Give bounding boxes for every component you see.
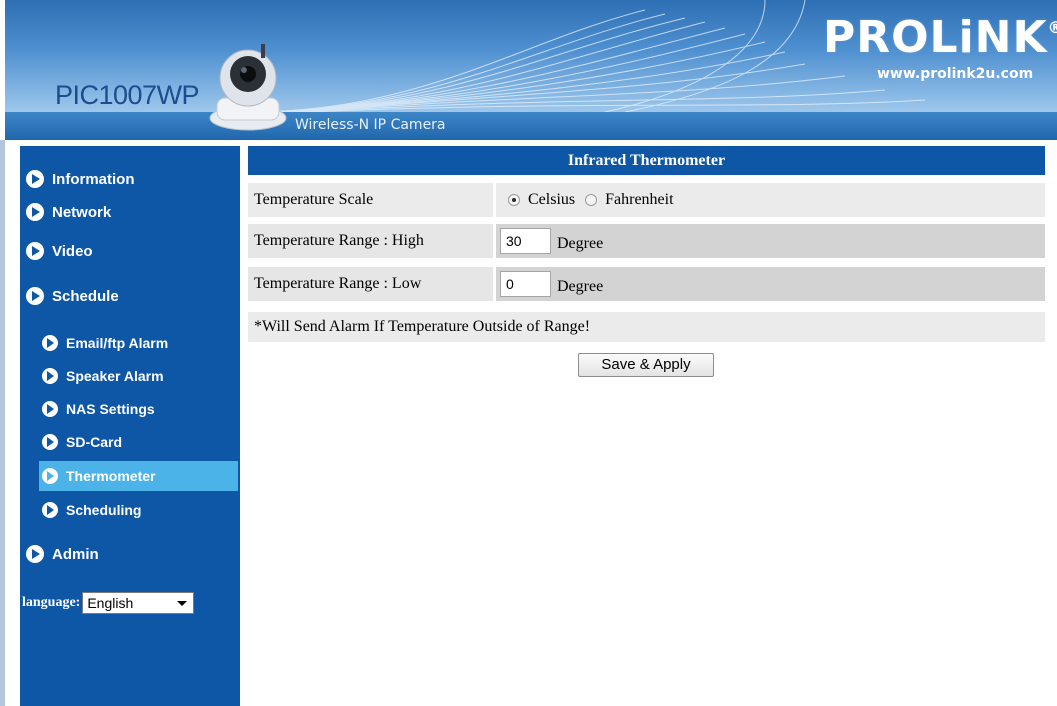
arrow-bullet-icon <box>42 368 58 384</box>
temperature-scale-row: Temperature Scale Celsius Fahrenheit <box>248 183 1045 217</box>
save-apply-button[interactable]: Save & Apply <box>578 353 714 377</box>
thermometer-panel: Infrared Thermometer Temperature Scale C… <box>248 146 1045 377</box>
sidebar-item-video[interactable]: Video <box>20 242 93 260</box>
range-low-value-cell: 0 Degree <box>496 267 1045 301</box>
celsius-label[interactable]: Celsius <box>528 191 575 209</box>
sidebar-item-email-ftp-alarm[interactable]: Email/ftp Alarm <box>20 335 168 351</box>
range-low-input[interactable]: 0 <box>500 271 551 297</box>
range-high-input[interactable]: 30 <box>500 228 551 254</box>
sidebar-item-label: Thermometer <box>66 468 156 484</box>
sidebar-item-label: Schedule <box>52 287 119 305</box>
sidebar-item-scheduling[interactable]: Scheduling <box>20 502 141 518</box>
range-high-row: Temperature Range : High 30 Degree <box>248 224 1045 258</box>
sidebar-item-label: NAS Settings <box>66 401 155 417</box>
arrow-bullet-icon <box>42 401 58 417</box>
sidebar-item-label: Scheduling <box>66 502 142 518</box>
arrow-bullet-icon <box>42 335 58 351</box>
alarm-note: *Will Send Alarm If Temperature Outside … <box>248 312 1045 342</box>
header-stripe <box>5 112 1057 140</box>
brand-url: www.prolink2u.com <box>877 66 1034 82</box>
range-low-row: Temperature Range : Low 0 Degree <box>248 267 1045 301</box>
sidebar-item-label: Email/ftp Alarm <box>66 335 169 351</box>
sidebar-item-label: SD-Card <box>66 434 123 450</box>
celsius-radio[interactable] <box>508 194 520 206</box>
range-low-unit: Degree <box>557 278 604 295</box>
sidebar-item-nas-settings[interactable]: NAS Settings <box>20 401 155 417</box>
arrow-bullet-icon <box>26 203 44 221</box>
arrow-bullet-icon <box>26 242 44 260</box>
sidebar-item-sd-card[interactable]: SD-Card <box>20 434 122 450</box>
sidebar-item-label: Network <box>52 203 112 221</box>
sidebar-item-label: Speaker Alarm <box>66 368 164 384</box>
arrow-bullet-icon <box>42 434 58 450</box>
brand-name: PROLiNK <box>823 12 1048 63</box>
sidebar-item-speaker-alarm[interactable]: Speaker Alarm <box>20 368 164 384</box>
sidebar-item-admin[interactable]: Admin <box>20 545 99 563</box>
sidebar-item-label: Video <box>52 242 93 260</box>
product-tagline: Wireless-N IP Camera <box>295 117 446 133</box>
language-select-value: English <box>87 595 134 611</box>
brand-logo: PROLiNK® <box>823 12 1057 63</box>
arrow-bullet-icon <box>26 287 44 305</box>
temperature-scale-label: Temperature Scale <box>248 183 493 217</box>
language-select[interactable]: English <box>82 592 195 614</box>
sidebar-item-label: Information <box>52 170 135 188</box>
fahrenheit-label[interactable]: Fahrenheit <box>605 191 673 209</box>
range-low-label: Temperature Range : Low <box>248 267 493 301</box>
arrow-bullet-icon <box>42 468 58 484</box>
range-high-unit: Degree <box>557 235 604 252</box>
page-edge <box>0 140 5 706</box>
arrow-bullet-icon <box>26 545 44 563</box>
registered-mark: ® <box>1047 18 1057 37</box>
fahrenheit-radio[interactable] <box>585 194 598 206</box>
range-high-label: Temperature Range : High <box>248 224 493 258</box>
temperature-scale-options: Celsius Fahrenheit <box>496 183 1045 217</box>
language-label: language: <box>22 595 81 610</box>
sidebar-item-network[interactable]: Network <box>20 203 111 221</box>
sidebar-item-schedule[interactable]: Schedule <box>20 287 119 305</box>
sidebar: Information Network Video Schedule Email… <box>20 146 240 706</box>
model-name: PIC1007WP <box>55 80 200 110</box>
camera-icon <box>209 44 287 131</box>
sidebar-item-thermometer[interactable]: Thermometer <box>39 461 238 491</box>
panel-title: Infrared Thermometer <box>248 146 1045 175</box>
arrow-bullet-icon <box>26 170 44 188</box>
chevron-down-icon <box>177 600 188 606</box>
sidebar-item-information[interactable]: Information <box>20 170 135 188</box>
sidebar-item-label: Admin <box>52 545 99 563</box>
language-row: language: English <box>22 592 195 614</box>
header-banner: PIC1007WP Wireless-N IP Camera PROLiNK® … <box>5 0 1057 140</box>
arrow-bullet-icon <box>42 502 58 518</box>
range-high-value-cell: 30 Degree <box>496 224 1045 258</box>
